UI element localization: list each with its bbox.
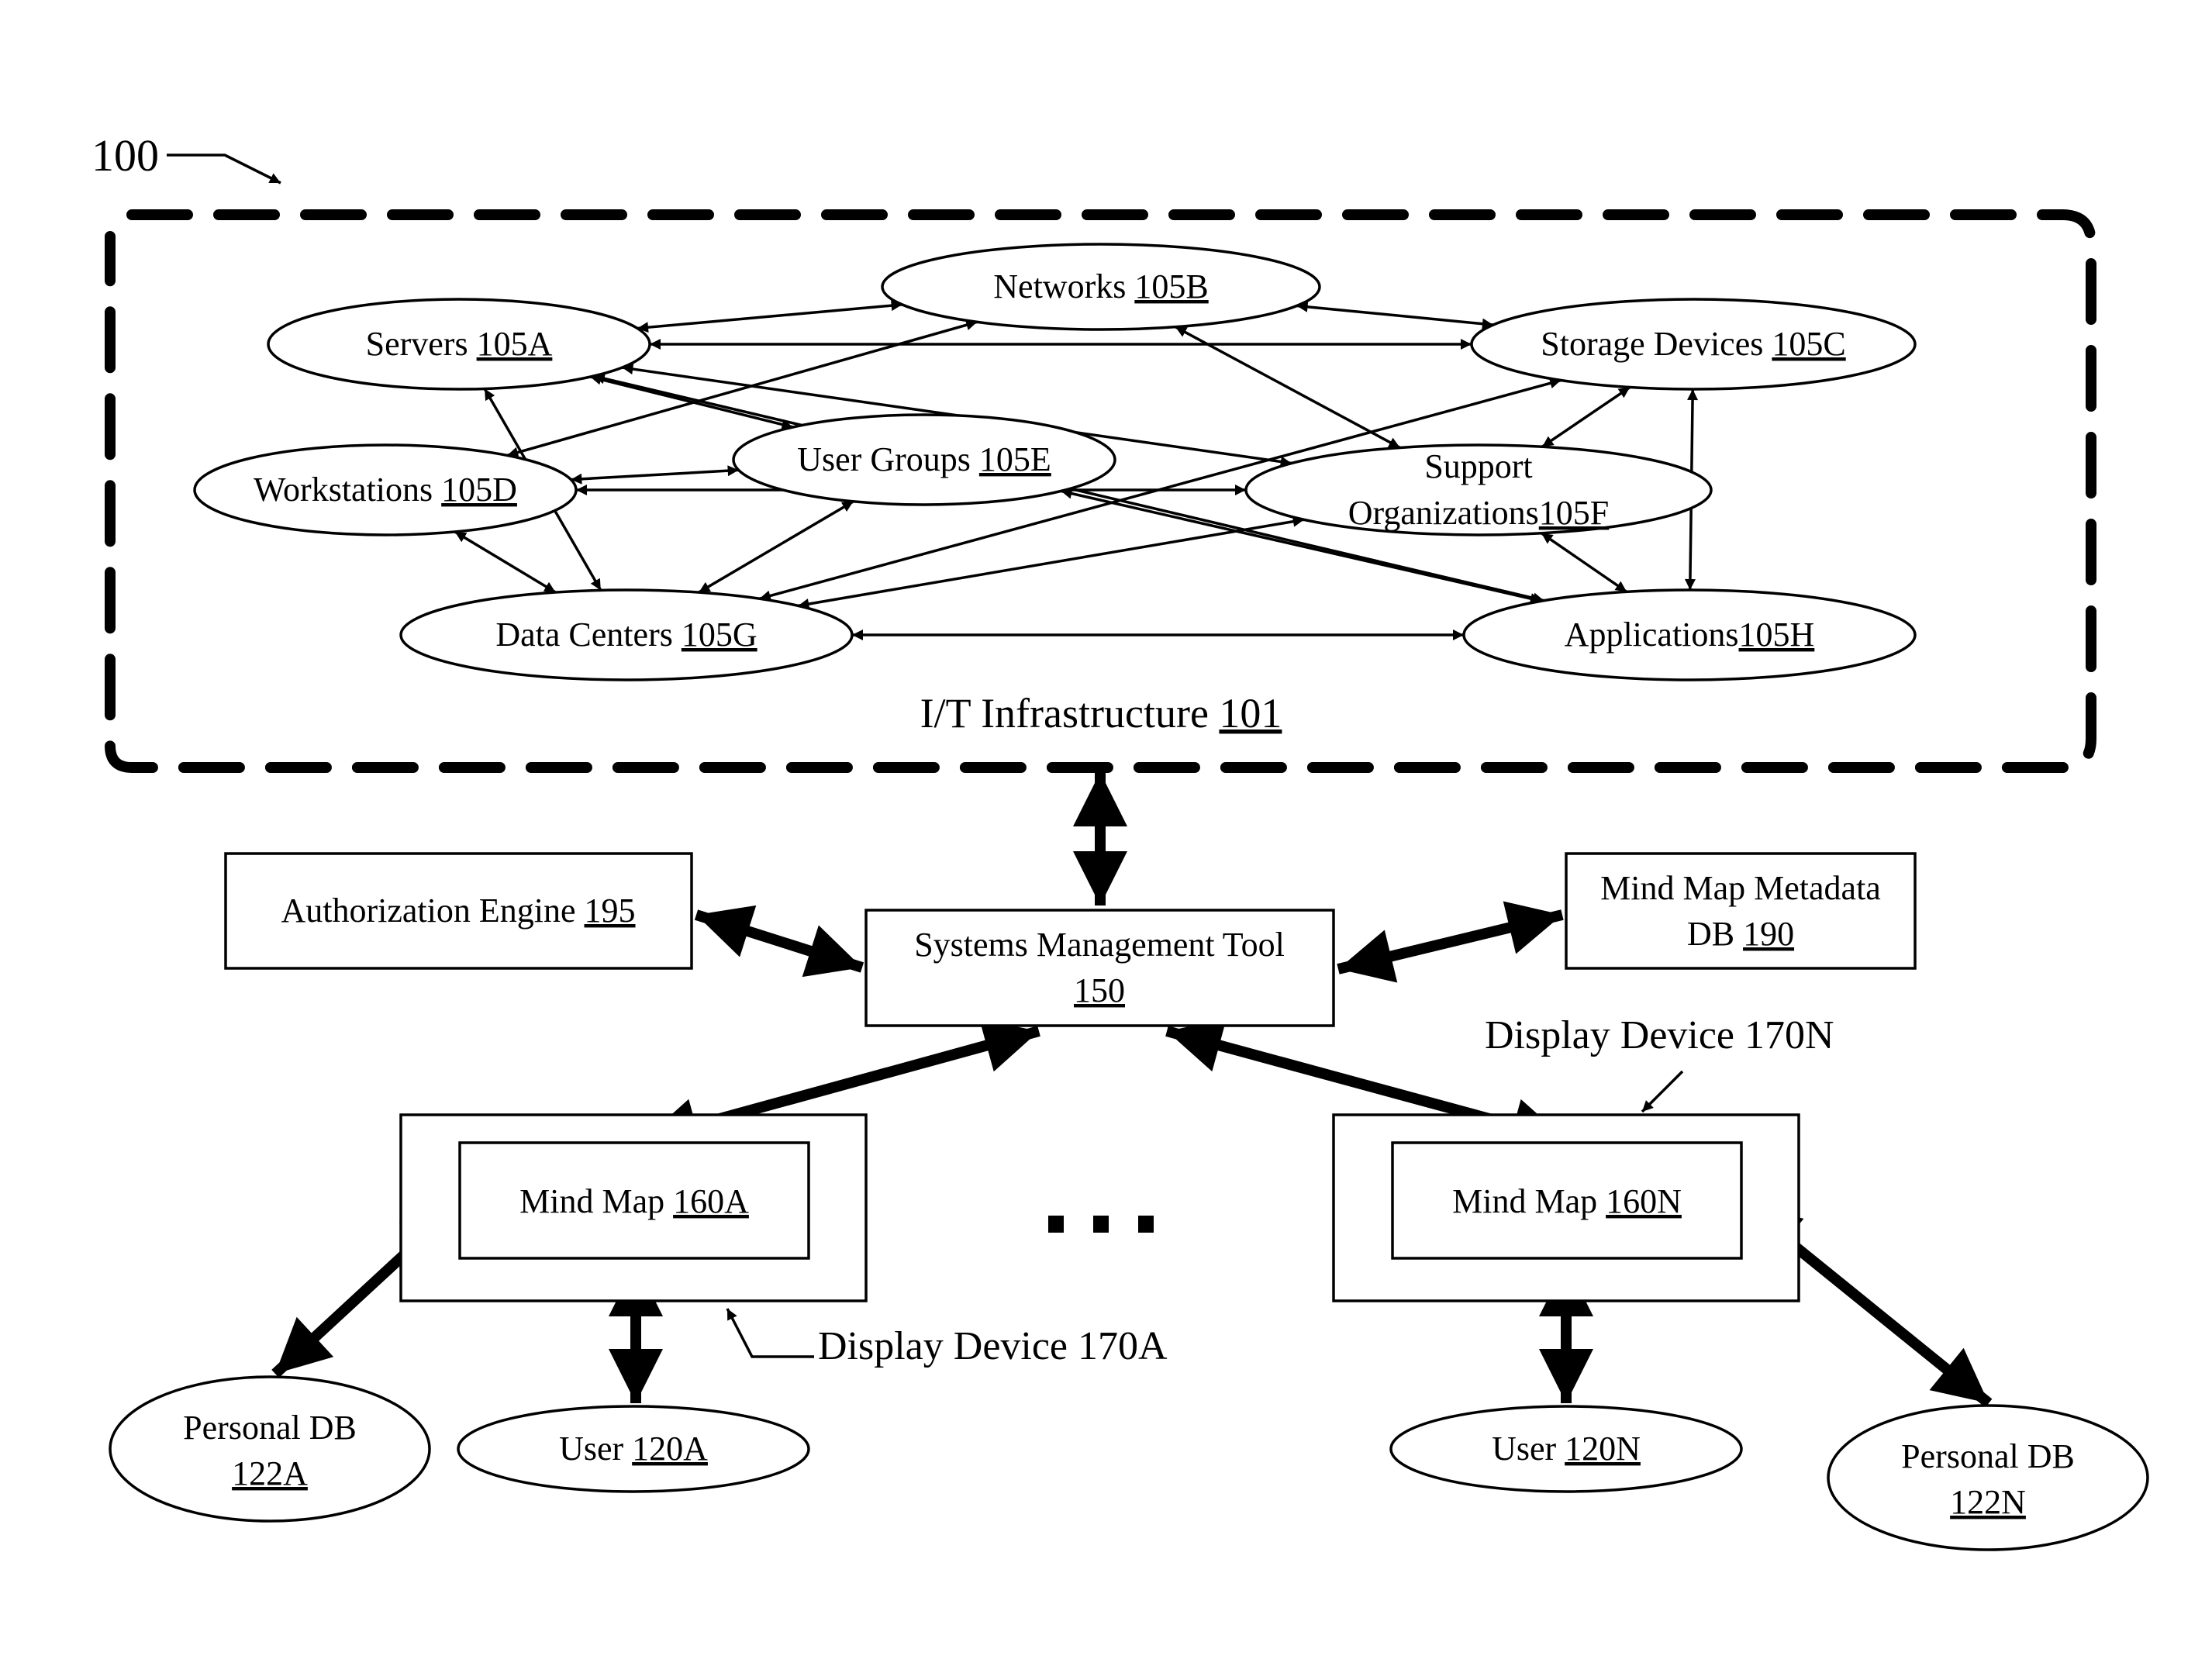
- svg-text:Authorization Engine 195: Authorization Engine 195: [281, 892, 635, 930]
- svg-text:User 120N: User 120N: [1492, 1430, 1641, 1468]
- node-support-organizations-label-line1: Support: [1424, 447, 1532, 485]
- svg-text:Storage Devices 105C: Storage Devices 105C: [1541, 325, 1845, 363]
- mind-map-n[interactable]: Mind Map 160N: [1391, 1141, 1743, 1260]
- mind-map-n-ref: 160N: [1606, 1182, 1682, 1220]
- node-servers[interactable]: Servers 105A: [267, 298, 651, 391]
- personal-db-n[interactable]: Personal DB 122N: [1827, 1404, 2149, 1551]
- node-networks-label: Networks: [993, 267, 1134, 305]
- mind-map-a-ref: 160A: [673, 1182, 749, 1220]
- personal-db-a[interactable]: Personal DB 122A: [109, 1375, 431, 1523]
- node-workstations-ref: 105D: [441, 471, 517, 509]
- infrastructure-label-ref: 101: [1219, 690, 1282, 736]
- user-n[interactable]: User 120N: [1389, 1405, 1743, 1493]
- personal-db-a-label: Personal DB: [183, 1409, 357, 1447]
- link-d-g: [454, 530, 557, 594]
- user-n-ref: 120N: [1565, 1430, 1641, 1468]
- ellipsis-indicator: [1048, 1216, 1154, 1233]
- personal-db-a-ref: 122A: [232, 1454, 308, 1492]
- display-device-a-callout: Display Device 170A: [726, 1308, 1168, 1368]
- figure-reference-arrow: [167, 154, 281, 185]
- link-d-e: [571, 465, 739, 485]
- link-a-b: [637, 300, 902, 333]
- mind-map-a[interactable]: Mind Map 160A: [458, 1141, 810, 1260]
- mind-map-metadata-db-ref: 190: [1743, 915, 1794, 953]
- user-a-ref: 120A: [632, 1430, 708, 1468]
- node-data-centers[interactable]: Data Centers 105G: [399, 588, 854, 681]
- svg-text:Mind Map 160A: Mind Map 160A: [519, 1182, 749, 1220]
- connector-smt-metadata: [1337, 901, 1564, 983]
- authorization-engine-label: Authorization Engine: [281, 892, 584, 930]
- mind-map-metadata-db[interactable]: Mind Map Metadata DB 190: [1565, 852, 1917, 970]
- infrastructure-label-text: I/T Infrastructure: [920, 690, 1220, 736]
- node-servers-ref: 105A: [477, 325, 553, 363]
- node-storage-devices-label: Storage Devices: [1541, 325, 1772, 363]
- display-device-a[interactable]: Mind Map 160A: [399, 1113, 868, 1302]
- node-applications[interactable]: Applications105H: [1462, 588, 1917, 681]
- node-data-centers-ref: 105G: [682, 616, 757, 654]
- svg-text:Servers 105A: Servers 105A: [366, 325, 553, 363]
- svg-text:Networks 105B: Networks 105B: [993, 267, 1208, 305]
- svg-text:Applications105H: Applications105H: [1565, 616, 1815, 654]
- infrastructure-label: I/T Infrastructure 101: [920, 690, 1282, 736]
- node-support-organizations-ref: 105F: [1539, 494, 1609, 532]
- node-support-organizations[interactable]: Support Organizations105F: [1244, 443, 1713, 536]
- display-device-n-callout: Display Device 170N: [1485, 1013, 1834, 1113]
- systems-management-tool-label: Systems Management Tool: [914, 926, 1285, 964]
- connector-auth-smt: [694, 905, 864, 978]
- mind-map-metadata-db-label-line1: Mind Map Metadata: [1600, 869, 1881, 907]
- svg-text:Mind Map 160N: Mind Map 160N: [1452, 1182, 1682, 1220]
- node-networks-ref: 105B: [1134, 267, 1208, 305]
- user-n-label: User: [1492, 1430, 1565, 1468]
- svg-text:Organizations105F: Organizations105F: [1348, 494, 1610, 532]
- systems-management-tool[interactable]: Systems Management Tool 150: [864, 909, 1335, 1027]
- systems-management-tool-ref: 150: [1074, 971, 1125, 1009]
- node-support-organizations-label-line2: Organizations: [1348, 494, 1539, 532]
- node-applications-ref: 105H: [1739, 616, 1815, 654]
- node-networks[interactable]: Networks 105B: [881, 243, 1321, 331]
- node-workstations-label: Workstations: [254, 471, 441, 509]
- node-user-groups-ref: 105E: [979, 440, 1051, 478]
- node-workstations[interactable]: Workstations 105D: [193, 443, 578, 536]
- link-b-c: [1296, 301, 1494, 329]
- personal-db-n-label: Personal DB: [1901, 1437, 2075, 1475]
- infrastructure-nodes: Servers 105A Networks 105B Storage Devic…: [193, 243, 1917, 681]
- mind-map-a-label: Mind Map: [519, 1182, 673, 1220]
- link-f-g: [798, 516, 1305, 609]
- node-user-groups[interactable]: User Groups 105E: [732, 413, 1116, 506]
- figure-reference: 100: [91, 130, 281, 185]
- mind-map-n-label: Mind Map: [1452, 1182, 1606, 1220]
- svg-text:User Groups 105E: User Groups 105E: [797, 440, 1051, 478]
- authorization-engine[interactable]: Authorization Engine 195: [224, 852, 693, 970]
- link-f-h: [1541, 532, 1627, 593]
- system-diagram: 100 Servers 105A Networks 105B Storage D…: [91, 130, 2149, 1551]
- svg-text:Data Centers 105G: Data Centers 105G: [495, 616, 757, 654]
- display-device-n[interactable]: Mind Map 160N: [1332, 1113, 1800, 1302]
- display-device-a-label: Display Device 170A: [818, 1324, 1168, 1368]
- node-data-centers-label: Data Centers: [495, 616, 681, 654]
- figure-reference-label: 100: [91, 130, 159, 181]
- node-servers-label: Servers: [366, 325, 477, 363]
- node-storage-devices-ref: 105C: [1772, 325, 1845, 363]
- node-applications-label: Applications: [1565, 616, 1739, 654]
- node-storage-devices[interactable]: Storage Devices 105C: [1470, 298, 1917, 391]
- mind-map-metadata-db-label-line2: DB: [1687, 915, 1743, 953]
- personal-db-n-ref: 122N: [1950, 1483, 2026, 1521]
- user-a[interactable]: User 120A: [457, 1405, 810, 1493]
- display-device-n-label: Display Device 170N: [1485, 1013, 1834, 1057]
- link-c-f: [1541, 386, 1631, 448]
- user-a-label: User: [559, 1430, 632, 1468]
- svg-text:DB 190: DB 190: [1687, 915, 1794, 953]
- node-user-groups-label: User Groups: [797, 440, 979, 478]
- svg-text:Workstations 105D: Workstations 105D: [254, 471, 517, 509]
- svg-text:User 120A: User 120A: [559, 1430, 708, 1468]
- authorization-engine-ref: 195: [585, 892, 636, 930]
